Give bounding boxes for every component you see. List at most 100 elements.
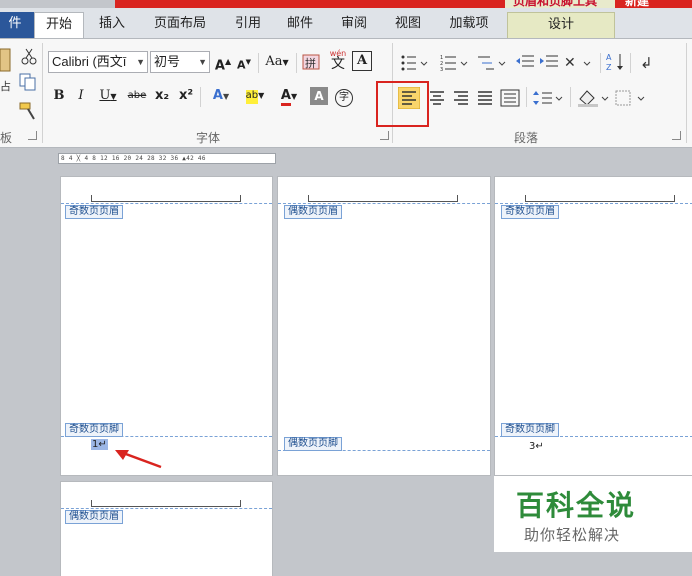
svg-text:✕: ✕ [564,55,576,71]
header-line [91,195,241,202]
italic-button[interactable]: I [74,85,88,107]
separator [630,53,631,73]
phonetic-guide-button[interactable]: wén 文 [326,49,350,71]
watermark-subtitle: 助你轻松解决 [524,526,621,544]
align-left-icon[interactable] [398,87,420,109]
bullets-icon[interactable] [400,53,434,73]
page-number[interactable]: 3↵ [529,441,544,452]
tab-view[interactable]: 视图 [388,12,428,38]
header-divider [278,203,490,204]
paragraph-group-label: 段落 [514,131,539,145]
highlight-button[interactable]: ab▼ [240,85,270,107]
title-bar-strip: 页眉和页脚工具 新建 [0,0,692,8]
justify-icon[interactable] [476,89,494,107]
underline-button[interactable]: U▼ [96,85,120,107]
enclose-char-button[interactable]: 字 [334,85,354,107]
clear-format-icon[interactable]: 拼 [302,53,322,73]
tab-insert[interactable]: 插入 [92,12,132,38]
separator [296,53,297,73]
chinese-layout-icon[interactable]: ✕ [564,53,594,73]
superscript-button[interactable]: x² [176,85,196,107]
page-4: 偶数页页眉 [60,481,273,576]
align-center-icon[interactable] [428,89,446,107]
even-page-header-tag: 偶数页页眉 [65,510,123,524]
line-spacing-icon[interactable] [532,89,564,107]
increase-indent-icon[interactable] [538,53,560,73]
font-color-button[interactable]: A▼ [274,85,304,107]
grow-font-button[interactable]: A▲ [214,51,232,73]
svg-text:Z: Z [606,63,612,72]
cut-icon[interactable] [20,47,38,65]
tab-review[interactable]: 审阅 [334,12,374,38]
subscript-button[interactable]: x₂ [152,85,172,107]
tab-page-layout[interactable]: 页面布局 [144,12,216,38]
font-dialog-launcher[interactable] [380,131,389,140]
tab-references[interactable]: 引用 [228,12,268,38]
horizontal-ruler[interactable]: 8 4 ╳ 4 8 12 16 20 24 28 32 36 ▲42 46 [58,153,276,164]
separator [570,87,571,107]
text-effect-label: A [212,88,223,103]
font-size-value: 初号 [154,54,181,69]
tab-mailings[interactable]: 邮件 [280,12,320,38]
watermark-badge: 百科全说 助你轻松解决 [494,476,692,552]
odd-page-header-tag: 奇数页页眉 [501,205,559,219]
header-divider [61,203,272,204]
svg-text:A: A [606,53,612,62]
paste-icon[interactable] [0,47,12,73]
font-name-value: Calibri (西文ī [52,54,127,69]
tab-home[interactable]: 开始 [34,12,84,38]
odd-page-footer-tag: 奇数页页脚 [65,423,123,437]
svg-text:占: 占 [0,79,11,93]
separator [200,87,201,107]
shrink-font-label: A [237,58,246,72]
format-painter-icon[interactable] [18,101,38,121]
phonetic-guide-char: 文 [331,56,345,72]
page-number[interactable]: 1↵ [91,439,108,450]
red-arrow-icon [115,450,162,469]
change-case-button[interactable]: Aa▼ [262,51,292,73]
separator [600,53,601,73]
multilevel-list-icon[interactable] [476,53,510,73]
separator [526,87,527,107]
bold-button[interactable]: B [52,85,66,107]
svg-text:3: 3 [440,67,443,73]
separator [686,43,687,143]
copy-icon[interactable] [18,73,38,91]
title-bar-right: 新建 [615,0,692,8]
ribbon-tab-bar: 件 开始 插入 页面布局 引用 邮件 审阅 视图 加载项 设计 [0,8,692,38]
distributed-icon[interactable] [500,89,520,107]
decrease-indent-icon[interactable] [514,53,536,73]
sort-icon[interactable]: AZ [606,51,626,73]
char-shading-button[interactable]: A [310,87,328,105]
svg-text:拼: 拼 [305,56,316,70]
borders-icon[interactable] [614,89,648,107]
header-divider [495,203,692,204]
footer-divider [495,436,692,437]
shrink-font-button[interactable]: A▼ [236,51,252,73]
ribbon: 占 板 Calibri (西文ī ▼ 初号 ▼ A▲ A▼ Aa▼ 拼 wén … [0,38,692,148]
show-formatting-icon[interactable]: ↲ [636,51,656,73]
separator [258,53,259,73]
tab-design[interactable]: 设计 [507,12,615,38]
strikethrough-button[interactable]: abe [124,85,150,107]
text-effect-button[interactable]: A▼ [206,85,236,107]
grow-font-label: A [214,58,225,74]
char-border-button[interactable]: A [352,51,372,71]
numbering-icon[interactable]: 1 2 3 [440,53,474,73]
title-bar-left [115,0,505,8]
contextual-tab-group: 页眉和页脚工具 [505,0,615,8]
clipboard-dialog-launcher[interactable] [28,131,37,140]
chevron-down-icon: ▼ [198,57,207,67]
footer-divider [278,450,490,451]
paragraph-dialog-launcher[interactable] [672,131,681,140]
font-group-label: 字体 [196,131,221,145]
underline-label: U [99,88,111,103]
footer-divider [61,436,272,437]
tab-file[interactable]: 件 [0,12,34,38]
tab-addins[interactable]: 加载项 [440,12,498,38]
font-name-dropdown[interactable]: Calibri (西文ī ▼ [48,51,148,73]
header-divider [61,508,272,509]
font-size-dropdown[interactable]: 初号 ▼ [150,51,210,73]
align-right-icon[interactable] [452,89,470,107]
shading-icon[interactable] [576,89,610,107]
